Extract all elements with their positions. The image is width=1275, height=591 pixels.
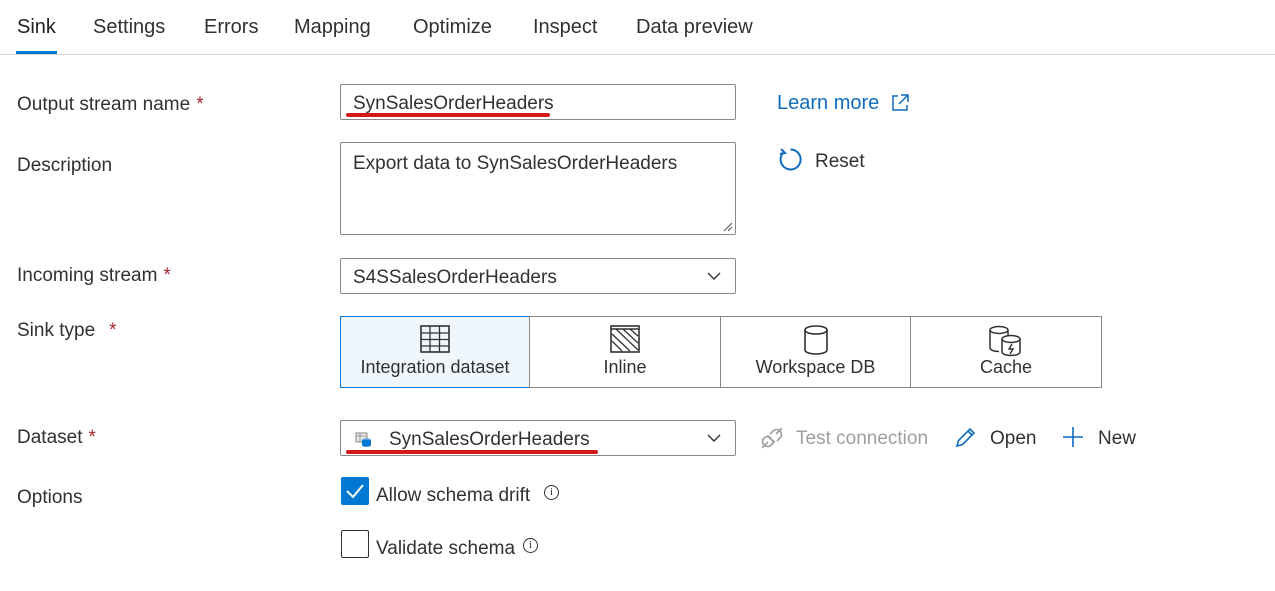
required-marker: * [163,265,171,286]
tab-sink[interactable]: Sink [17,16,56,39]
dataset-db-icon [355,432,371,447]
reset-button[interactable]: Reset [815,151,865,173]
tab-settings[interactable]: Settings [93,16,165,39]
dataset-value: SynSalesOrderHeaders [389,429,590,450]
sink-type-label-text: Inline [603,357,647,377]
tab-inspect[interactable]: Inspect [533,16,597,39]
required-marker: * [196,94,204,115]
cache-icon [989,325,1021,357]
tab-bar: Sink Settings Errors Mapping Optimize In… [0,0,1275,55]
table-icon [420,325,450,353]
tab-errors[interactable]: Errors [204,16,258,39]
required-marker: * [109,320,117,341]
checkmark-icon [346,484,364,499]
description-value: Export data to SynSalesOrderHeaders [353,153,678,174]
sink-type-label-text: Cache [979,357,1033,377]
incoming-stream-label: Incoming stream * [17,265,171,286]
required-marker: * [88,427,96,448]
tab-mapping[interactable]: Mapping [294,16,371,39]
tab-data-preview[interactable]: Data preview [636,16,753,39]
resize-grip-icon[interactable] [721,220,733,232]
sink-type-label: Sink type * [17,320,117,341]
sink-type-label-text: Workspace DB [755,357,876,377]
validate-schema-checkbox[interactable] [341,530,369,558]
sink-type-cache[interactable]: Cache [910,316,1102,388]
info-icon[interactable]: i [544,485,559,500]
incoming-stream-dropdown[interactable]: S4SSalesOrderHeaders [340,258,736,294]
options-label: Options [17,487,83,508]
tab-optimize[interactable]: Optimize [413,16,492,39]
sink-type-integration-dataset[interactable]: Integration dataset [340,316,530,388]
description-label: Description [17,155,113,176]
highlight-underline [346,113,550,117]
new-button[interactable]: New [1098,428,1136,450]
output-stream-name-label: Output stream name * [17,94,204,115]
active-tab-indicator [16,51,57,54]
plug-icon [761,427,783,449]
validate-schema-label: Validate schema [376,538,516,559]
sink-type-workspace-db[interactable]: Workspace DB [720,316,911,388]
chevron-down-icon [707,434,721,442]
highlight-underline [346,450,598,454]
reset-icon[interactable] [777,146,804,173]
plus-icon [1063,427,1083,447]
hatched-box-icon [610,325,640,353]
test-connection-button[interactable]: Test connection [796,428,928,450]
open-button[interactable]: Open [990,428,1036,450]
allow-schema-drift-checkbox[interactable] [341,477,369,505]
sink-type-label-text: Integration dataset [360,357,510,377]
pencil-icon [955,427,976,448]
output-stream-name-value: SynSalesOrderHeaders [353,93,554,114]
external-link-icon [892,94,909,111]
allow-schema-drift-label: Allow schema drift [376,485,531,506]
chevron-down-icon [707,272,721,280]
database-icon [803,325,828,355]
learn-more-link[interactable]: Learn more [777,92,879,115]
info-icon[interactable]: i [523,538,538,553]
description-textarea[interactable]: Export data to SynSalesOrderHeaders [340,142,736,235]
incoming-stream-value: S4SSalesOrderHeaders [353,267,557,288]
dataset-label: Dataset * [17,427,96,448]
sink-type-inline[interactable]: Inline [529,316,721,388]
